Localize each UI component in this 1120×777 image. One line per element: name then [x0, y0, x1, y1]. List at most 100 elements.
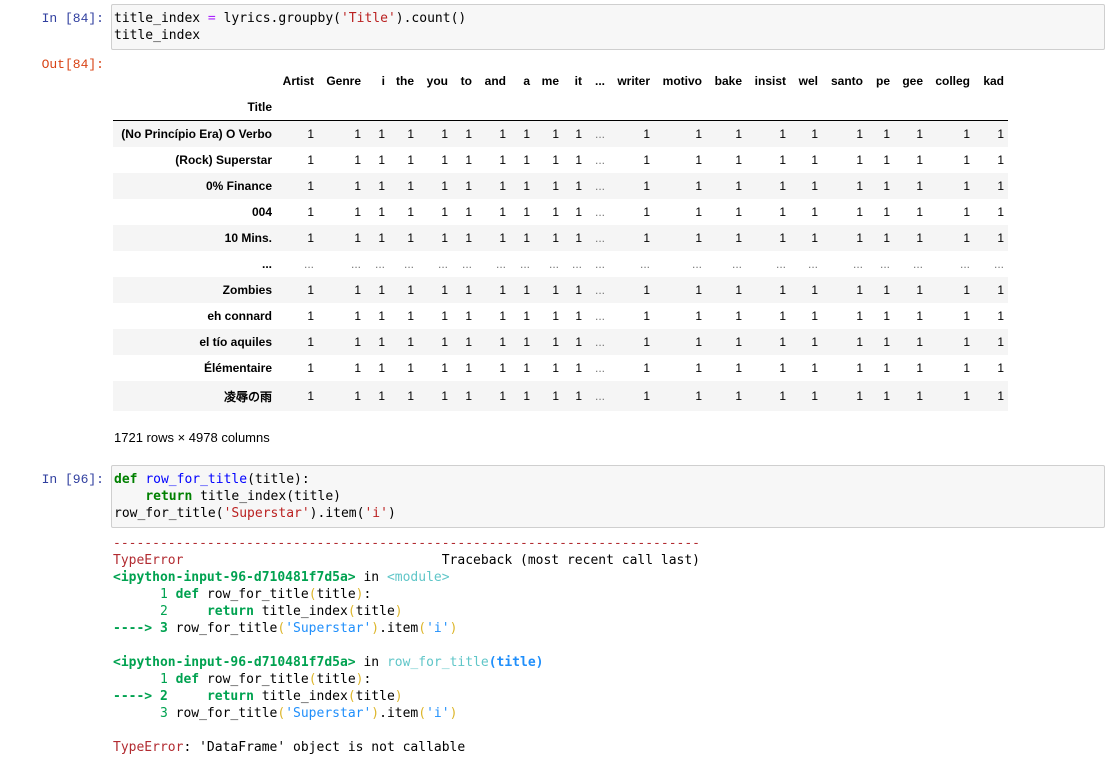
- table-cell: 1: [552, 335, 559, 349]
- table-cell: 1: [997, 205, 1004, 219]
- table-row: 0% Finance 1 1 1 1 1 1 1 1 1 1... 1 1 1 1 1 1 1 1 1 1: [113, 173, 1008, 199]
- column-header: santo: [830, 74, 863, 88]
- column-header: you: [426, 74, 448, 88]
- table-cell: 1: [779, 361, 786, 375]
- code-token: ).count(): [395, 11, 467, 26]
- table-cell: 1: [643, 335, 650, 349]
- table-cell: 1: [523, 389, 530, 403]
- table-row: eh connard 1 1 1 1 1 1 1 1 1 1... 1 1 1 1 1 1 1 1 1 1: [113, 303, 1008, 329]
- table-cell: 1: [997, 179, 1004, 193]
- table-cell: 1: [378, 309, 385, 323]
- table-cell: 1: [997, 335, 1004, 349]
- code-token: title_index: [253, 604, 348, 619]
- table-cell: 1: [354, 361, 361, 375]
- table-cell: 1: [378, 361, 385, 375]
- table-cell: 1: [779, 127, 786, 141]
- code-token: title_index: [114, 28, 201, 43]
- table-cell: 1: [523, 179, 530, 193]
- table-cell: 1: [997, 361, 1004, 375]
- table-cell: 1: [883, 389, 890, 403]
- table-cell: 1: [643, 283, 650, 297]
- table-cell: 1: [575, 361, 582, 375]
- table-cell: 1: [811, 283, 818, 297]
- table-cell: 1: [735, 205, 742, 219]
- table-cell: 1: [307, 309, 314, 323]
- row-title: eh connard: [207, 309, 272, 323]
- code-token: Traceback (most recent call last): [183, 553, 701, 568]
- column-header: me: [541, 74, 559, 88]
- table-cell: 1: [523, 127, 530, 141]
- code-token: 2: [113, 604, 176, 619]
- code-line: title_index = lyrics.groupby('Title').co…: [114, 10, 1104, 27]
- code-token: ----> 2: [113, 689, 176, 704]
- table-cell: 1: [883, 127, 890, 141]
- table-cell: 1: [916, 361, 923, 375]
- column-header: motivo: [662, 74, 702, 88]
- table-cell: 1: [735, 231, 742, 245]
- table-cell: 1: [378, 389, 385, 403]
- table-cell: 1: [407, 309, 414, 323]
- table-cell: 1: [883, 335, 890, 349]
- column-header: bake: [714, 74, 742, 88]
- column-header: Genre: [326, 74, 361, 88]
- table-cell: 1: [552, 361, 559, 375]
- table-cell: 1: [575, 389, 582, 403]
- table-cell: 1: [465, 231, 472, 245]
- table-cell: ...: [775, 257, 786, 271]
- table-cell: ...: [374, 257, 385, 271]
- code-token: ): [449, 621, 458, 636]
- dataframe-shape: 1721 rows × 4978 columns: [114, 430, 270, 445]
- table-cell: 1: [441, 389, 448, 403]
- code-cell-84[interactable]: title_index = lyrics.groupby('Title').co…: [111, 4, 1105, 50]
- table-cell: 1: [643, 153, 650, 167]
- code-token: (: [418, 706, 427, 721]
- table-row: el tío aquiles 1 1 1 1 1 1 1 1 1 1... 1 1 1 1 1 1 1 1 1 1: [113, 329, 1008, 355]
- table-cell: 1: [735, 389, 742, 403]
- table-cell: 1: [779, 309, 786, 323]
- code-line: TypeError Traceback (most recent call la…: [113, 552, 700, 569]
- code-token: 3: [113, 706, 176, 721]
- table-cell: 1: [735, 361, 742, 375]
- column-header: i: [381, 74, 385, 88]
- column-header: kad: [983, 74, 1004, 88]
- table-cell: 1: [499, 335, 506, 349]
- table-cell: ...: [571, 257, 582, 271]
- table-cell: 1: [811, 231, 818, 245]
- code-line: <ipython-input-96-d710481f7d5a> in <modu…: [113, 569, 700, 586]
- row-title: (No Princípio Era) O Verbo: [121, 127, 272, 141]
- code-token: :: [363, 587, 372, 602]
- code-token: (: [418, 621, 427, 636]
- code-token: row_for_title: [199, 587, 309, 602]
- code-cell-96[interactable]: def row_for_title(title): return title_i…: [111, 465, 1105, 528]
- table-cell: 1: [997, 389, 1004, 403]
- table-cell: 1: [695, 335, 702, 349]
- table-cell: 1: [963, 309, 970, 323]
- table-cell: 1: [378, 179, 385, 193]
- table-cell: 1: [916, 127, 923, 141]
- table-cell: 1: [407, 283, 414, 297]
- code-token: ): [371, 706, 380, 721]
- table-cell: 1: [441, 153, 448, 167]
- table-cell: 1: [378, 231, 385, 245]
- code-token: in: [355, 570, 387, 585]
- table-cell: ...: [639, 257, 650, 271]
- code-token: title_index: [114, 11, 208, 26]
- column-header: insist: [754, 74, 786, 88]
- code-token: .item: [379, 706, 419, 721]
- table-cell: 1: [307, 205, 314, 219]
- code-token: 1: [113, 672, 176, 687]
- table-cell: 1: [963, 179, 970, 193]
- table-cell: ...: [879, 257, 890, 271]
- table-row: Élémentaire 1 1 1 1 1 1 1 1 1 1... 1 1 1 1 1 1 1 1 1 1: [113, 355, 1008, 381]
- table-cell: 1: [552, 153, 559, 167]
- table-cell: 1: [354, 309, 361, 323]
- code-token: 'i': [426, 621, 450, 636]
- code-line: 2 return title_index(title): [113, 603, 700, 620]
- table-cell: 1: [552, 127, 559, 141]
- table-cell: 1: [811, 389, 818, 403]
- code-token: 'Superstar': [285, 706, 372, 721]
- table-cell: ...: [959, 257, 970, 271]
- table-cell: 1: [552, 283, 559, 297]
- table-cell: 1: [499, 309, 506, 323]
- table-cell: 1: [575, 231, 582, 245]
